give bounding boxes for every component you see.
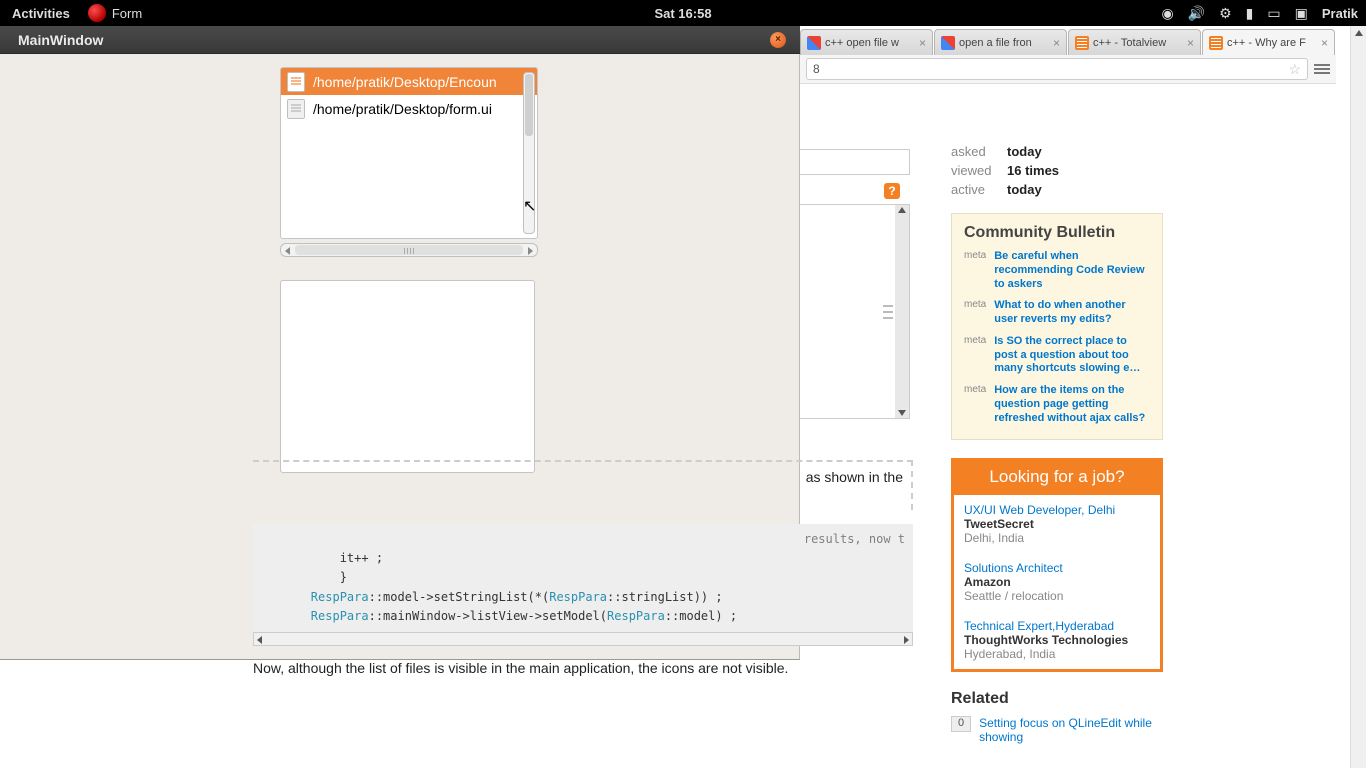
browser-toolbar: 8 ☆ — [800, 55, 1336, 84]
system-tray: ◉ 🔊 ⚙ ▮ ▭ ▣ Pratik — [1161, 5, 1358, 22]
bulletin-link[interactable]: How are the items on the question page g… — [994, 384, 1150, 425]
battery-icon[interactable]: ▭ — [1267, 5, 1280, 22]
volume-icon[interactable]: 🔊 — [1188, 5, 1205, 22]
bookmark-star-icon[interactable]: ☆ — [1288, 61, 1301, 78]
window-title: MainWindow — [18, 32, 103, 48]
network-icon[interactable]: ▮ — [1246, 5, 1254, 22]
address-bar[interactable]: 8 ☆ — [806, 58, 1308, 80]
vertical-scrollbar[interactable] — [523, 72, 535, 234]
related-link[interactable]: Setting focus on QLineEdit while showing — [979, 716, 1163, 744]
job-item[interactable]: Solutions ArchitectAmazonSeattle / reloc… — [954, 553, 1160, 611]
community-bulletin: Community Bulletin metaBe careful when r… — [951, 213, 1163, 440]
question-body: as shown in the results, now t it++ ; } … — [253, 460, 913, 676]
activities-button[interactable]: Activities — [0, 6, 82, 21]
opera-icon — [88, 4, 106, 22]
stackoverflow-icon — [1209, 36, 1223, 50]
bluetooth-icon[interactable]: ⚙ — [1219, 5, 1232, 22]
close-tab-icon[interactable]: × — [1187, 36, 1194, 50]
jobs-box: Looking for a job? UX/UI Web Developer, … — [951, 458, 1163, 672]
search-input[interactable] — [800, 149, 910, 175]
close-icon[interactable]: × — [770, 32, 786, 48]
gnome-top-bar: Activities Form Sat 16:58 ◉ 🔊 ⚙ ▮ ▭ ▣ Pr… — [0, 0, 1366, 26]
question-stats: askedtoday viewed16 times activetoday — [951, 144, 1163, 197]
list-item[interactable]: /home/pratik/Desktop/form.ui — [281, 95, 537, 122]
hamburger-menu-icon[interactable] — [1314, 64, 1330, 74]
bulletin-link[interactable]: What to do when another user reverts my … — [994, 299, 1150, 327]
description-text: as shown in the — [253, 460, 913, 510]
close-tab-icon[interactable]: × — [1321, 36, 1328, 50]
chat-icon[interactable]: ▣ — [1295, 5, 1308, 22]
tab-1[interactable]: c++ open file w× — [800, 29, 933, 55]
bulletin-link[interactable]: Be careful when recommending Code Review… — [994, 250, 1150, 291]
horizontal-scrollbar[interactable] — [280, 243, 538, 257]
related-heading: Related — [951, 690, 1163, 708]
page-scrollbar[interactable] — [1350, 26, 1366, 768]
accessibility-icon[interactable]: ◉ — [1161, 5, 1173, 22]
file-listview[interactable]: /home/pratik/Desktop/Encoun /home/pratik… — [280, 67, 538, 239]
tab-2[interactable]: open a file fron× — [934, 29, 1067, 55]
browser-tabs: c++ open file w× open a file fron× c++ -… — [800, 29, 1336, 55]
active-app-name: Form — [112, 6, 142, 21]
username[interactable]: Pratik — [1322, 6, 1358, 21]
file-icon — [287, 72, 305, 92]
help-icon[interactable]: ? — [884, 183, 900, 199]
google-icon — [807, 36, 821, 50]
text-edit[interactable] — [280, 280, 535, 473]
active-app[interactable]: Form — [82, 4, 152, 22]
bulletin-title: Community Bulletin — [964, 224, 1150, 242]
list-item-label: /home/pratik/Desktop/Encoun — [313, 74, 497, 90]
close-tab-icon[interactable]: × — [919, 36, 926, 50]
url-text: 8 — [813, 62, 820, 76]
file-icon — [287, 99, 305, 119]
bulletin-link[interactable]: Is SO the correct place to post a questi… — [994, 335, 1150, 376]
window-title-bar[interactable]: MainWindow × — [0, 26, 800, 54]
list-item-label: /home/pratik/Desktop/form.ui — [313, 101, 492, 117]
tab-3[interactable]: c++ - Totalview× — [1068, 29, 1201, 55]
clock[interactable]: Sat 16:58 — [654, 6, 711, 21]
related-item[interactable]: 0 Setting focus on QLineEdit while showi… — [951, 716, 1163, 744]
paragraph: Now, although the list of files is visib… — [253, 660, 913, 676]
job-item[interactable]: UX/UI Web Developer, DelhiTweetSecretDel… — [954, 495, 1160, 553]
body-textarea[interactable] — [800, 204, 910, 419]
job-item[interactable]: Technical Expert,HyderabadThoughtWorks T… — [954, 611, 1160, 669]
list-item[interactable]: /home/pratik/Desktop/Encoun — [281, 68, 537, 95]
editor-scrollbar[interactable] — [895, 205, 909, 418]
code-horizontal-scrollbar[interactable] — [253, 632, 913, 646]
jobs-title: Looking for a job? — [954, 461, 1160, 495]
google-icon — [941, 36, 955, 50]
stackoverflow-icon — [1075, 36, 1089, 50]
close-tab-icon[interactable]: × — [1053, 36, 1060, 50]
code-block: results, now t it++ ; } RespPara::model-… — [253, 524, 913, 632]
tab-4[interactable]: c++ - Why are F× — [1202, 29, 1335, 55]
